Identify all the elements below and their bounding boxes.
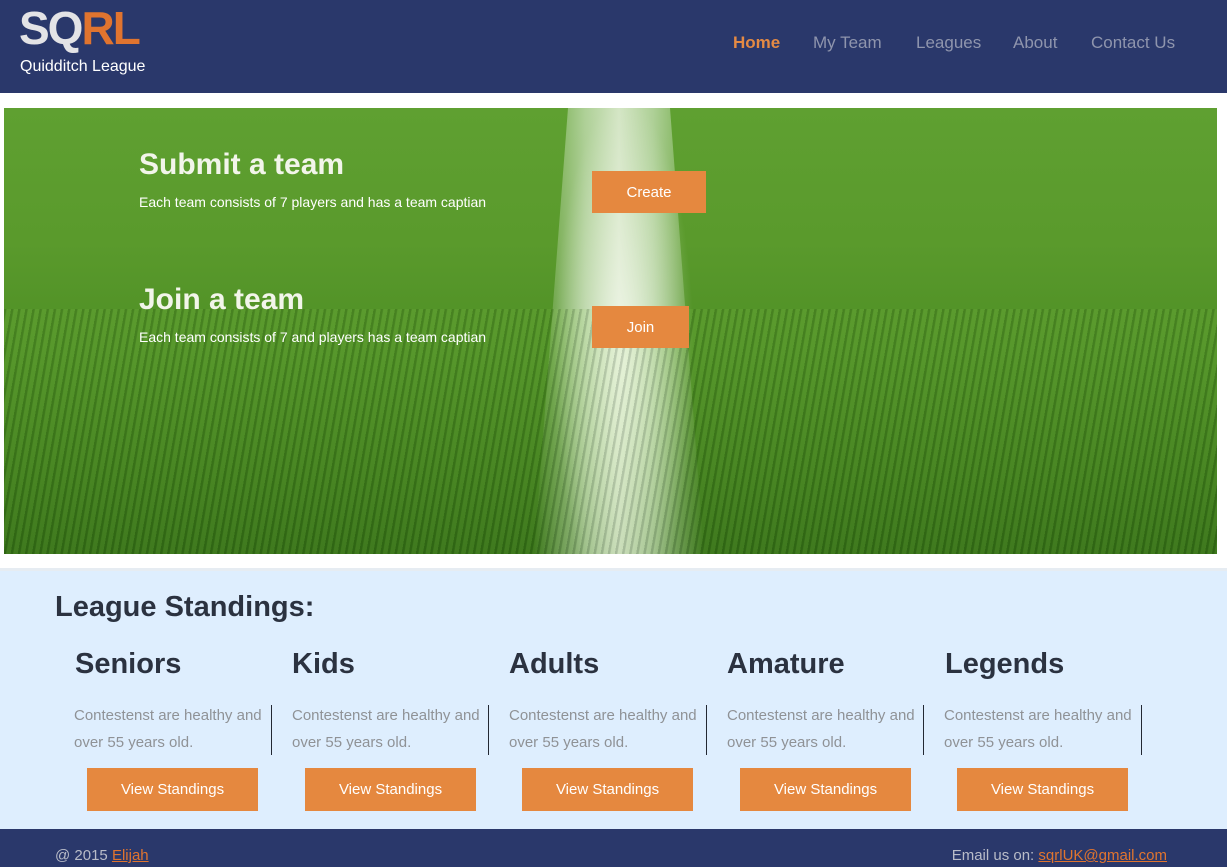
league-standings-section: League Standings: Seniors Contestenst ar… bbox=[0, 571, 1227, 829]
category-title-adults: Adults bbox=[509, 648, 600, 680]
category-title-kids: Kids bbox=[292, 648, 355, 680]
view-standings-amature-button[interactable]: View Standings bbox=[740, 768, 911, 811]
author-link[interactable]: Elijah bbox=[112, 847, 149, 864]
category-desc-kids: Contestenst are healthy and over 55 year… bbox=[292, 707, 480, 751]
join-team-title: Join a team bbox=[139, 283, 305, 316]
join-team-text: Each team consists of 7 and players has … bbox=[139, 329, 487, 345]
create-team-button[interactable]: Create bbox=[592, 171, 706, 213]
view-standings-legends-button[interactable]: View Standings bbox=[957, 768, 1128, 811]
category-divider bbox=[488, 705, 489, 755]
nav-leagues[interactable]: Leagues bbox=[916, 33, 981, 53]
category-divider bbox=[271, 705, 272, 755]
view-standings-seniors-button[interactable]: View Standings bbox=[87, 768, 258, 811]
category-title-seniors: Seniors bbox=[75, 648, 182, 680]
nav-home[interactable]: Home bbox=[733, 33, 780, 53]
footer-copyright: @ 2015 Elijah bbox=[55, 847, 149, 864]
category-divider bbox=[923, 705, 924, 755]
nav-contact-us[interactable]: Contact Us bbox=[1091, 33, 1175, 53]
copyright-text: @ 2015 bbox=[55, 847, 112, 864]
category-desc-legends: Contestenst are healthy and over 55 year… bbox=[944, 707, 1132, 751]
nav-about[interactable]: About bbox=[1013, 33, 1057, 53]
main-nav: Home My Team Leagues About Contact Us bbox=[0, 33, 1227, 53]
site-footer: @ 2015 Elijah Email us on: sqrlUK@gmail.… bbox=[0, 829, 1227, 867]
logo-subtitle: Quidditch League bbox=[20, 58, 146, 75]
category-divider bbox=[706, 705, 707, 755]
category-desc-seniors: Contestenst are healthy and over 55 year… bbox=[74, 707, 262, 751]
standings-heading: League Standings: bbox=[55, 591, 315, 623]
category-desc-adults: Contestenst are healthy and over 55 year… bbox=[509, 707, 697, 751]
site-header: SQRL Quidditch League Home My Team Leagu… bbox=[0, 0, 1227, 93]
footer-contact: Email us on: sqrlUK@gmail.com bbox=[952, 847, 1167, 864]
category-title-amature: Amature bbox=[727, 648, 845, 680]
email-link[interactable]: sqrlUK@gmail.com bbox=[1038, 847, 1167, 864]
hero-banner: Submit a team Each team consists of 7 pl… bbox=[4, 108, 1217, 554]
category-title-legends: Legends bbox=[945, 648, 1065, 680]
submit-team-title: Submit a team bbox=[139, 148, 345, 181]
join-team-button[interactable]: Join bbox=[592, 306, 689, 348]
category-divider bbox=[1141, 705, 1142, 755]
view-standings-adults-button[interactable]: View Standings bbox=[522, 768, 693, 811]
email-label: Email us on: bbox=[951, 847, 1039, 864]
category-desc-amature: Contestenst are healthy and over 55 year… bbox=[727, 707, 915, 751]
nav-my-team[interactable]: My Team bbox=[813, 33, 882, 53]
view-standings-kids-button[interactable]: View Standings bbox=[305, 768, 476, 811]
submit-team-text: Each team consists of 7 players and has … bbox=[139, 194, 487, 210]
